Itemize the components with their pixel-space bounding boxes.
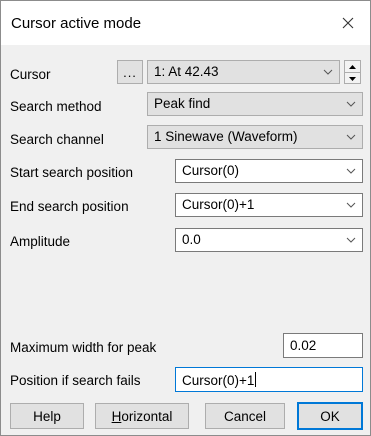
max-width-label: Maximum width for peak: [10, 340, 157, 355]
search-method-select[interactable]: Peak find: [147, 92, 363, 116]
end-search-select[interactable]: Cursor(0)+1: [175, 193, 363, 217]
cursor-label: Cursor: [10, 67, 51, 82]
cursor-active-mode-dialog: Cursor active mode Cursor ... 1: At 42.4…: [0, 0, 371, 436]
amplitude-label: Amplitude: [10, 234, 71, 249]
help-button[interactable]: Help: [10, 403, 84, 429]
ok-button[interactable]: OK: [297, 402, 363, 430]
chevron-down-icon: [346, 134, 356, 140]
window-title: Cursor active mode: [11, 15, 142, 32]
close-icon: [342, 17, 354, 29]
position-if-fails-input[interactable]: Cursor(0)+1: [175, 367, 363, 392]
close-button[interactable]: [326, 1, 370, 45]
search-channel-value: 1 Sinewave (Waveform): [154, 129, 298, 144]
spin-down-button[interactable]: [345, 73, 360, 84]
cursor-select[interactable]: 1: At 42.43: [147, 60, 340, 84]
amplitude-value: 0.0: [182, 232, 201, 247]
title-bar: Cursor active mode: [1, 1, 370, 45]
cursor-spinner[interactable]: [344, 60, 361, 84]
position-if-fails-label: Position if search fails: [10, 373, 141, 388]
chevron-down-icon: [346, 237, 356, 243]
cursor-select-value: 1: At 42.43: [154, 64, 219, 79]
triangle-up-icon: [349, 64, 356, 69]
search-channel-select[interactable]: 1 Sinewave (Waveform): [147, 125, 363, 149]
horizontal-label: orizontal: [121, 408, 173, 424]
amplitude-select[interactable]: 0.0: [175, 228, 363, 252]
chevron-down-icon: [346, 101, 356, 107]
chevron-down-icon: [346, 202, 356, 208]
chevron-down-icon: [323, 69, 333, 75]
max-width-input[interactable]: 0.02: [283, 333, 363, 358]
triangle-down-icon: [349, 76, 356, 81]
cancel-button[interactable]: Cancel: [205, 403, 285, 429]
horizontal-button[interactable]: Horizontal: [95, 403, 189, 429]
horizontal-mnemonic: H: [111, 408, 122, 424]
text-caret: [255, 372, 257, 387]
start-search-label: Start search position: [10, 165, 134, 180]
start-search-select[interactable]: Cursor(0): [175, 159, 363, 183]
end-search-label: End search position: [10, 199, 129, 214]
search-channel-label: Search channel: [10, 132, 104, 147]
cursor-browse-button[interactable]: ...: [117, 60, 143, 84]
start-search-value: Cursor(0): [182, 163, 240, 178]
chevron-down-icon: [346, 168, 356, 174]
search-method-value: Peak find: [154, 96, 211, 111]
position-if-fails-value: Cursor(0)+1: [182, 372, 257, 388]
max-width-value: 0.02: [290, 338, 317, 353]
end-search-value: Cursor(0)+1: [182, 197, 255, 212]
search-method-label: Search method: [10, 99, 102, 114]
spin-up-button[interactable]: [345, 61, 360, 72]
